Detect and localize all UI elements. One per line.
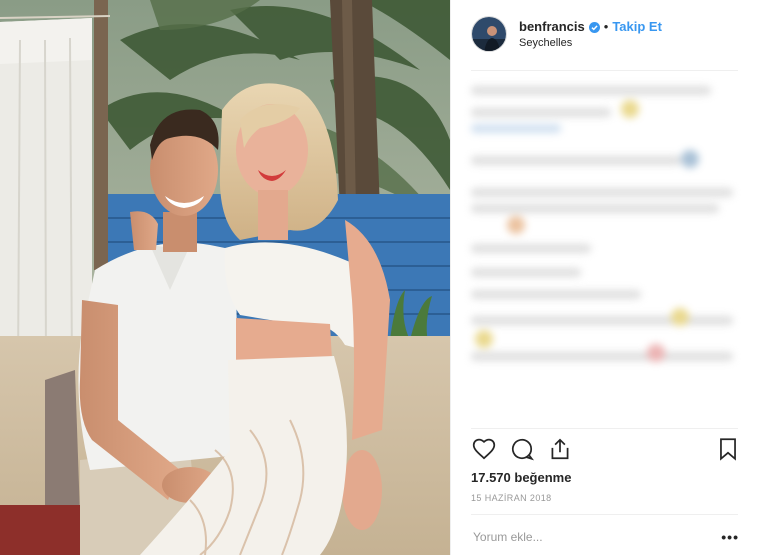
- location-link[interactable]: Seychelles: [519, 37, 662, 49]
- blurred-comments: [471, 80, 739, 410]
- instagram-post: benfrancis • Takip Et Seychelles 17.570 …: [0, 0, 758, 555]
- more-options-icon[interactable]: •••: [721, 529, 739, 545]
- share-upload-icon[interactable]: [547, 436, 573, 462]
- comment-bubble-icon[interactable]: [509, 436, 535, 462]
- header-divider: [471, 70, 738, 71]
- action-bar: [471, 436, 739, 462]
- username-link[interactable]: benfrancis: [519, 19, 585, 34]
- avatar-image: [472, 17, 506, 51]
- post-photo[interactable]: [0, 0, 450, 555]
- bookmark-icon[interactable]: [715, 436, 741, 462]
- comment-divider: [471, 514, 738, 515]
- post-date[interactable]: 15 HAZİRAN 2018: [471, 493, 552, 503]
- avatar[interactable]: [471, 16, 507, 52]
- comment-input[interactable]: [471, 529, 695, 545]
- header-row: benfrancis • Takip Et: [519, 19, 662, 34]
- beach-couple-illustration: [0, 0, 450, 555]
- follow-button[interactable]: Takip Et: [612, 19, 662, 34]
- separator-dot: •: [603, 19, 609, 34]
- header-text: benfrancis • Takip Et Seychelles: [519, 19, 662, 49]
- post-header: benfrancis • Takip Et Seychelles: [471, 14, 739, 54]
- post-side-panel: benfrancis • Takip Et Seychelles 17.570 …: [450, 0, 758, 555]
- verified-badge-icon: [588, 21, 600, 33]
- heart-outline-icon[interactable]: [471, 436, 497, 462]
- actions-divider: [471, 428, 738, 429]
- comment-box: •••: [471, 526, 739, 548]
- likes-count[interactable]: 17.570 beğenme: [471, 470, 571, 485]
